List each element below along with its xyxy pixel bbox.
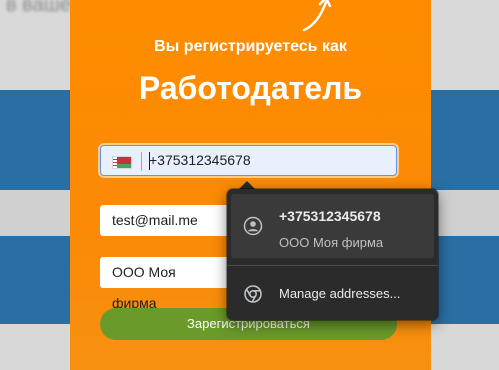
email-field[interactable]: test@mail.me — [100, 205, 230, 236]
suggestion-company: ООО Моя фирма — [279, 235, 384, 250]
autofill-suggestion[interactable]: +375312345678 ООО Моя фирма — [231, 194, 434, 258]
background-partial-text: в ваше — [6, 0, 71, 16]
company-field[interactable]: ООО Моя фирма — [100, 257, 230, 311]
decorative-arrow-icon — [302, 0, 332, 32]
phone-value: +375312345678 — [149, 152, 251, 168]
belarus-flag-icon[interactable] — [113, 157, 131, 168]
autofill-popup: +375312345678 ООО Моя фирма Manage addre… — [227, 189, 438, 320]
manage-addresses-item[interactable]: Manage addresses... — [231, 272, 434, 316]
suggestion-phone: +375312345678 — [279, 208, 381, 224]
phone-separator — [141, 152, 142, 171]
role-subtitle: Вы регистрируетесь как — [154, 38, 347, 55]
popup-divider — [227, 265, 438, 266]
manage-addresses-label: Manage addresses... — [279, 286, 401, 301]
chrome-icon — [244, 285, 262, 303]
role-title: Работодатель — [138, 70, 363, 106]
person-icon — [243, 216, 263, 236]
phone-input[interactable]: +375312345678 — [100, 145, 397, 176]
